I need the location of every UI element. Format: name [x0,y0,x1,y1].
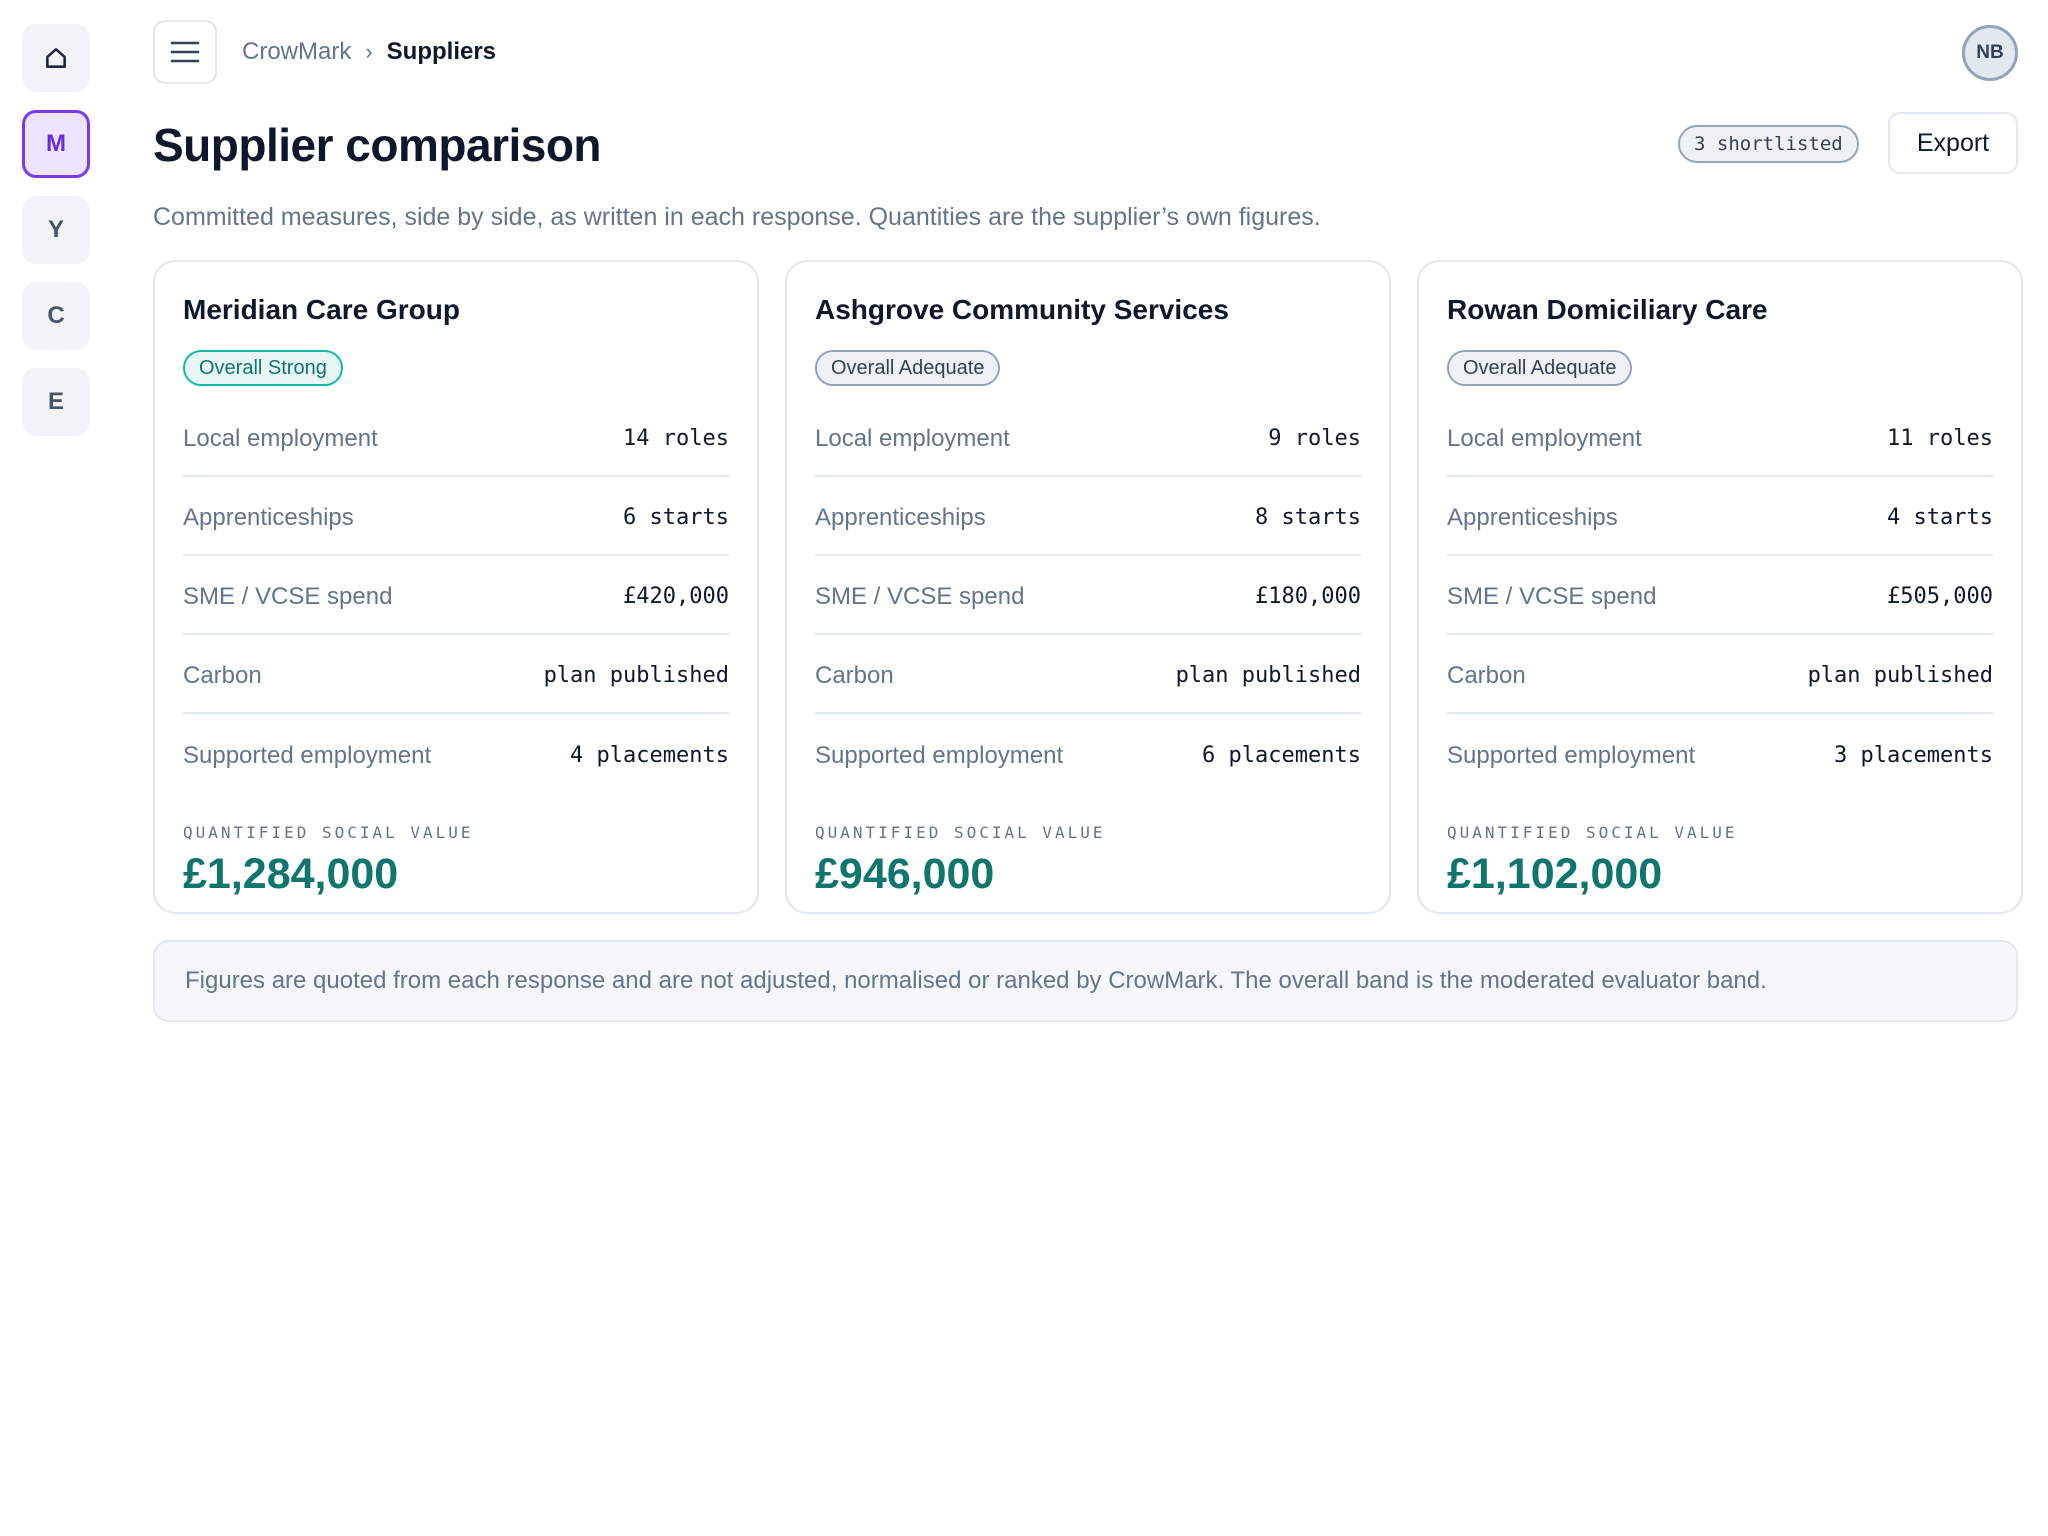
export-button[interactable]: Export [1888,112,2018,174]
metric-label: Supported employment [1447,741,1696,769]
metric-label: SME / VCSE spend [1447,582,1657,610]
rail-item-c[interactable]: C [22,282,90,350]
overall-band-badge: Overall Strong [183,350,343,386]
rail-item-m[interactable]: M [22,110,90,178]
supplier-card: Rowan Domiciliary Care Overall Adequate … [1417,260,2023,914]
metric-row: Apprenticeships 4 starts [1447,477,1993,556]
metric-row: Apprenticeships 6 starts [183,477,729,556]
metric-row: SME / VCSE spend £180,000 [815,556,1361,635]
page-title: Supplier comparison [153,119,602,171]
supplier-name: Ashgrove Community Services [815,294,1229,325]
metric-value: 11 roles [1887,426,1993,451]
breadcrumb-separator: › [365,39,373,64]
metric-label: Local employment [183,424,378,452]
metric-row: Carbon plan published [183,635,729,714]
left-rail: M Y C E [22,24,90,436]
metric-row: Supported employment 6 placements [815,714,1361,793]
menu-button[interactable] [153,20,217,84]
supplier-name: Meridian Care Group [183,294,460,325]
metric-label: Carbon [815,661,894,689]
metric-value: 4 starts [1887,505,1993,530]
social-value-amount: £1,284,000 [183,850,399,898]
metric-label: Carbon [1447,661,1526,689]
social-value-label: QUANTIFIED SOCIAL VALUE [1447,823,1738,842]
social-value-label: QUANTIFIED SOCIAL VALUE [183,823,474,842]
metric-row: Supported employment 4 placements [183,714,729,793]
metric-label: Supported employment [815,741,1064,769]
metric-label: Apprenticeships [183,503,354,531]
home-button[interactable] [22,24,90,92]
metrics-list: Local employment 11 roles Apprenticeships… [1447,398,1993,793]
metric-row: Apprenticeships 8 starts [815,477,1361,556]
metric-row: Local employment 14 roles [183,398,729,477]
metric-label: Local employment [815,424,1010,452]
metrics-list: Local employment 9 roles Apprenticeships 8… [815,398,1361,793]
overall-band-badge: Overall Adequate [1447,350,1633,386]
metric-value: £505,000 [1887,584,1993,609]
breadcrumb-root-link[interactable]: CrowMark [242,38,351,66]
metric-value: 4 placements [570,743,729,768]
metric-row: SME / VCSE spend £505,000 [1447,556,1993,635]
metric-value: plan published [1175,663,1361,688]
metric-value: 8 starts [1255,505,1361,530]
hamburger-icon [170,41,200,63]
breadcrumb-current: Suppliers [386,38,497,65]
metric-label: SME / VCSE spend [815,582,1025,610]
metric-value: 3 placements [1834,743,1993,768]
metric-row: Local employment 9 roles [815,398,1361,477]
supplier-card: Meridian Care Group Overall Strong Local… [153,260,759,914]
overall-band-badge: Overall Adequate [815,350,1001,386]
metrics-list: Local employment 14 roles Apprenticeships… [183,398,729,793]
metric-label: Apprenticeships [1447,503,1618,531]
social-value-amount: £946,000 [815,850,995,898]
metric-label: Local employment [1447,424,1642,452]
metric-row: Local employment 11 roles [1447,398,1993,477]
metric-row: Carbon plan published [1447,635,1993,714]
metric-label: Supported employment [183,741,432,769]
social-value-label: QUANTIFIED SOCIAL VALUE [815,823,1106,842]
supplier-card: Ashgrove Community Services Overall Adeq… [785,260,1391,914]
supplier-name: Rowan Domiciliary Care [1447,294,1768,325]
metric-label: Carbon [183,661,262,689]
shortlisted-badge: 3 shortlisted [1678,125,1859,163]
metric-value: 6 starts [623,505,729,530]
metric-value: £180,000 [1255,584,1361,609]
metric-value: 14 roles [623,426,729,451]
metric-row: SME / VCSE spend £420,000 [183,556,729,635]
disclaimer-note: Figures are quoted from each response an… [153,940,2018,1022]
metric-value: £420,000 [623,584,729,609]
page-subtitle: Committed measures, side by side, as wri… [153,203,1321,231]
metric-label: Apprenticeships [815,503,986,531]
metric-row: Supported employment 3 placements [1447,714,1993,793]
metric-row: Carbon plan published [815,635,1361,714]
rail-item-y[interactable]: Y [22,196,90,264]
breadcrumb: CrowMark › Suppliers [242,38,496,66]
metric-label: SME / VCSE spend [183,582,393,610]
rail-item-e[interactable]: E [22,368,90,436]
metric-value: plan published [1807,663,1993,688]
social-value-amount: £1,102,000 [1447,850,1663,898]
metric-value: plan published [543,663,729,688]
metric-value: 6 placements [1202,743,1361,768]
user-avatar[interactable]: NB [1962,25,2018,81]
home-icon [46,48,66,68]
metric-value: 9 roles [1268,426,1361,451]
